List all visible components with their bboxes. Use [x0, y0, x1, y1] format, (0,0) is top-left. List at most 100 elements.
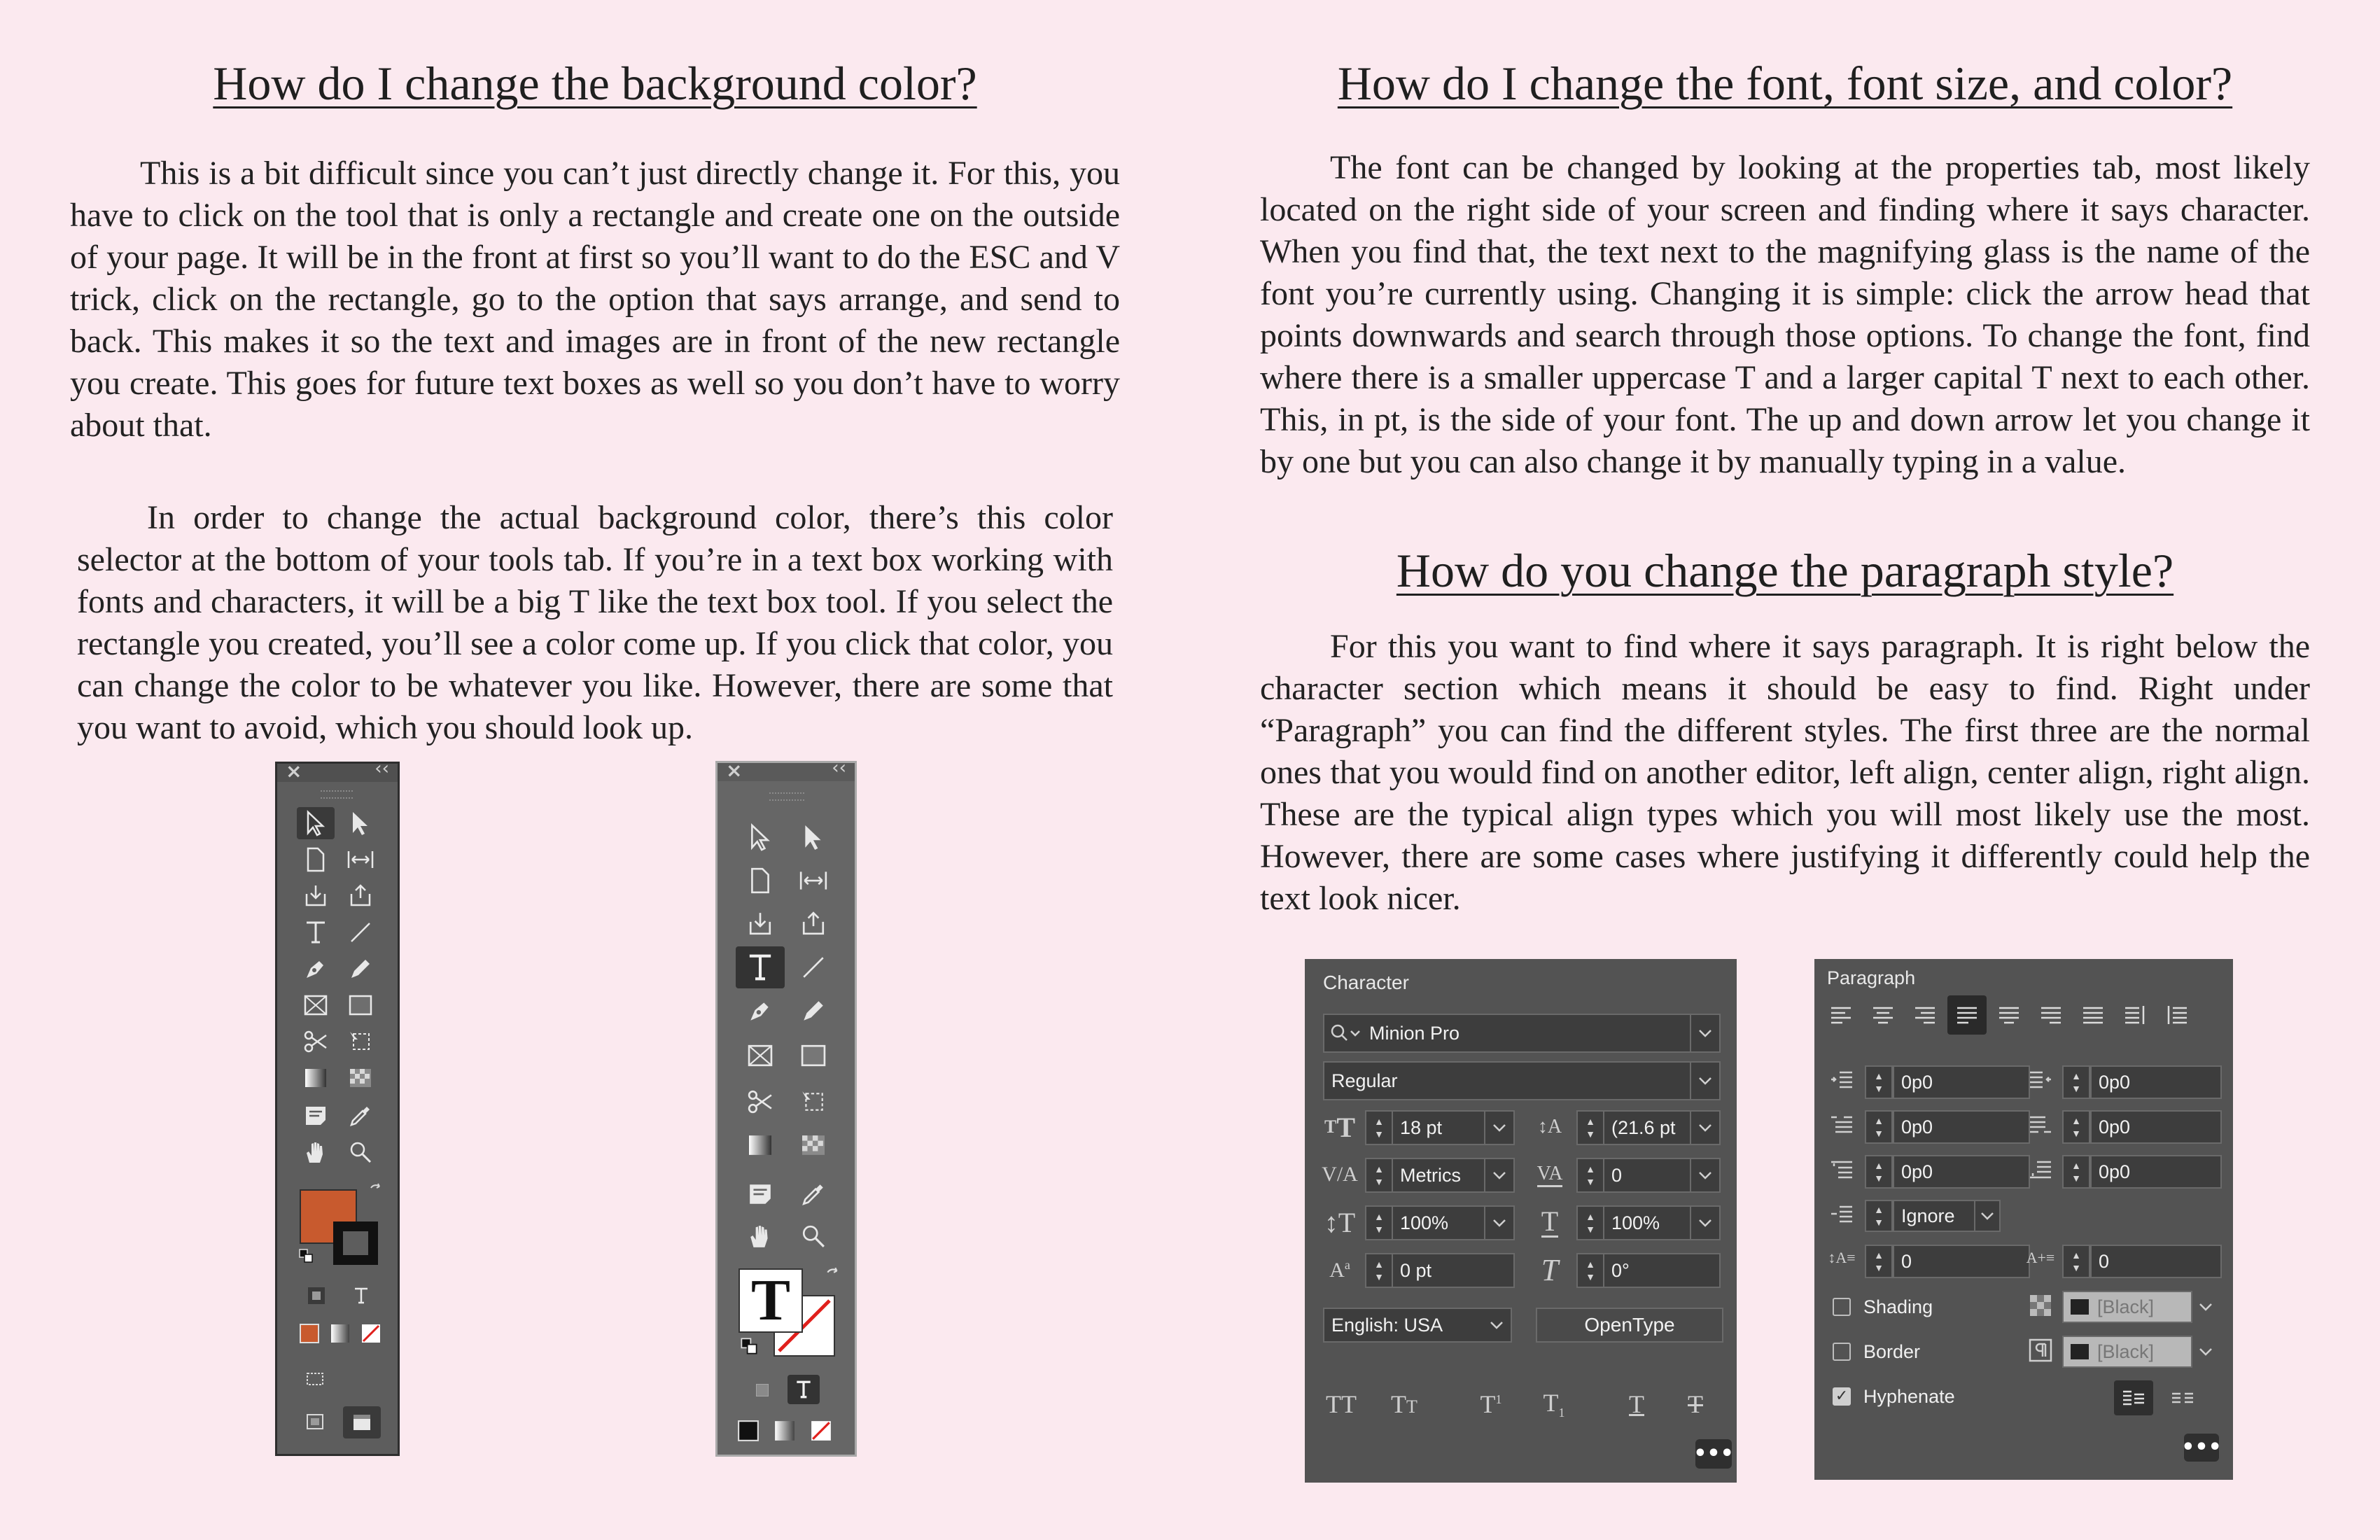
space-before-stepper[interactable]: ▲ ▼ — [1865, 1155, 1893, 1189]
baseline-shift-stepper[interactable]: ▲ ▼ — [1365, 1253, 1393, 1288]
drop-cap-lines-field[interactable]: 0 — [1893, 1245, 2030, 1278]
opentype-button[interactable]: OpenType — [1536, 1308, 1723, 1343]
align-towards-spine-icon[interactable] — [2115, 995, 2155, 1035]
first-line-indent-stepper[interactable]: ▲ ▼ — [1865, 1110, 1893, 1144]
screen-mode-icon[interactable] — [302, 1366, 328, 1391]
collapse-icon[interactable]: ‹‹ — [374, 758, 389, 779]
font-size-stepper[interactable]: ▲ ▼ — [1365, 1110, 1393, 1145]
content-collector-icon[interactable] — [297, 880, 335, 912]
small-caps-icon[interactable]: TT — [1383, 1387, 1425, 1421]
apply-gradient-icon[interactable] — [771, 1417, 799, 1445]
tracking-field[interactable]: 0 — [1603, 1158, 1721, 1193]
chevron-down-icon[interactable] — [1484, 1159, 1513, 1191]
rectangle-frame-tool-icon[interactable] — [738, 1037, 782, 1074]
formatting-text-icon[interactable] — [349, 1283, 374, 1308]
default-colors-icon[interactable] — [738, 1336, 760, 1357]
subscript-icon[interactable]: T1 — [1533, 1387, 1575, 1421]
border-checkbox[interactable] — [1833, 1343, 1851, 1361]
justify-left-icon[interactable] — [1947, 995, 1987, 1035]
space-after-field[interactable]: 0p0 — [2090, 1155, 2222, 1189]
apply-none-icon[interactable] — [358, 1321, 384, 1346]
swap-fill-stroke-icon[interactable] — [822, 1264, 844, 1285]
align-to-grid-select[interactable]: Ignore — [1893, 1200, 2001, 1232]
align-center-icon[interactable] — [1863, 995, 1903, 1035]
apply-color-icon[interactable] — [297, 1321, 322, 1346]
direct-selection-tool-icon[interactable] — [792, 819, 835, 855]
justify-all-icon[interactable] — [2073, 995, 2113, 1035]
pen-tool-icon[interactable] — [738, 993, 782, 1029]
stroke-swatch[interactable] — [333, 1222, 378, 1265]
apply-gradient-icon[interactable] — [328, 1321, 353, 1346]
chevron-down-icon[interactable] — [1690, 1015, 1719, 1051]
chevron-down-icon[interactable] — [1974, 1201, 1999, 1231]
line-tool-icon[interactable] — [792, 949, 835, 986]
free-transform-tool-icon[interactable] — [342, 1026, 379, 1058]
horizontal-scale-stepper[interactable]: ▲ ▼ — [1576, 1205, 1604, 1240]
gap-tool-icon[interactable] — [792, 862, 835, 899]
selection-tool-icon[interactable] — [738, 819, 782, 855]
chevron-down-icon[interactable] — [1484, 1112, 1513, 1144]
last-line-indent-field[interactable]: 0p0 — [2090, 1110, 2222, 1144]
tracking-stepper[interactable]: ▲ ▼ — [1576, 1158, 1604, 1193]
border-color-select[interactable]: [Black] — [2062, 1336, 2192, 1368]
align-right-icon[interactable] — [1905, 995, 1945, 1035]
drop-cap-chars-field[interactable]: 0 — [2090, 1245, 2222, 1278]
justify-right-icon[interactable] — [2031, 995, 2071, 1035]
normal-view-icon[interactable] — [301, 1408, 329, 1436]
gradient-feather-tool-icon[interactable] — [792, 1127, 835, 1163]
leading-stepper[interactable]: ▲ ▼ — [1576, 1110, 1604, 1145]
strikethrough-icon[interactable]: T — [1674, 1387, 1716, 1421]
kerning-field[interactable]: Metrics — [1392, 1158, 1515, 1193]
horizontal-scale-field[interactable]: 100% — [1603, 1205, 1721, 1240]
close-icon[interactable]: × — [286, 760, 302, 783]
content-placer-icon[interactable] — [792, 906, 835, 942]
vertical-scale-stepper[interactable]: ▲ ▼ — [1365, 1205, 1393, 1240]
chevron-down-icon[interactable] — [2194, 1336, 2218, 1368]
shading-checkbox[interactable] — [1833, 1298, 1851, 1316]
content-placer-icon[interactable] — [342, 880, 379, 912]
chevron-down-icon[interactable] — [1483, 1309, 1511, 1341]
vertical-scale-field[interactable]: 100% — [1392, 1205, 1515, 1240]
chevron-down-icon[interactable] — [2194, 1291, 2218, 1323]
hyphenate-checkbox[interactable]: ✓ — [1833, 1387, 1851, 1406]
page-tool-icon[interactable] — [297, 844, 335, 876]
rectangle-tool-icon[interactable] — [342, 989, 379, 1021]
shading-settings-icon[interactable] — [2024, 1289, 2057, 1322]
note-tool-icon[interactable] — [297, 1100, 335, 1132]
panel-grip[interactable] — [321, 790, 353, 799]
all-caps-icon[interactable]: TT — [1320, 1387, 1362, 1421]
more-options-button[interactable]: ••• — [1693, 1439, 1734, 1469]
align-left-icon[interactable] — [1821, 995, 1861, 1035]
free-transform-tool-icon[interactable] — [792, 1084, 835, 1120]
space-after-stepper[interactable]: ▲ ▼ — [2062, 1155, 2090, 1189]
gradient-feather-tool-icon[interactable] — [342, 1062, 379, 1094]
chevron-down-icon[interactable] — [1484, 1207, 1513, 1239]
scissors-tool-icon[interactable] — [738, 1084, 782, 1120]
chevron-down-icon[interactable] — [1690, 1207, 1719, 1239]
rectangle-frame-tool-icon[interactable] — [297, 989, 335, 1021]
left-indent-field[interactable]: 0p0 — [1893, 1065, 2030, 1099]
gap-tool-icon[interactable] — [342, 844, 379, 876]
balance-lines-icon[interactable] — [2114, 1380, 2153, 1415]
preview-mode-icon[interactable] — [343, 1406, 381, 1438]
chevron-down-icon[interactable] — [1690, 1063, 1719, 1099]
apply-color-icon[interactable] — [734, 1417, 762, 1445]
kerning-stepper[interactable]: ▲ ▼ — [1365, 1158, 1393, 1193]
swap-fill-stroke-icon[interactable] — [367, 1181, 385, 1199]
font-family-field[interactable]: Minion Pro — [1323, 1014, 1721, 1053]
skew-stepper[interactable]: ▲ ▼ — [1576, 1253, 1604, 1288]
hand-tool-icon[interactable] — [738, 1218, 782, 1254]
tools-panel-titlebar[interactable]: × ‹‹ — [277, 758, 398, 783]
default-colors-icon[interactable] — [297, 1247, 315, 1265]
span-columns-icon[interactable] — [2163, 1380, 2202, 1415]
chevron-down-icon[interactable] — [1690, 1112, 1719, 1144]
drop-cap-chars-stepper[interactable]: ▲ ▼ — [2062, 1245, 2090, 1278]
first-line-indent-field[interactable]: 0p0 — [1893, 1110, 2030, 1144]
align-away-spine-icon[interactable] — [2157, 995, 2197, 1035]
close-icon[interactable]: × — [726, 759, 742, 782]
underline-icon[interactable]: T — [1616, 1387, 1658, 1421]
justify-center-icon[interactable] — [1989, 995, 2029, 1035]
type-tool-icon[interactable] — [736, 946, 785, 988]
language-select[interactable]: English: USA — [1323, 1308, 1512, 1343]
note-tool-icon[interactable] — [738, 1176, 782, 1212]
